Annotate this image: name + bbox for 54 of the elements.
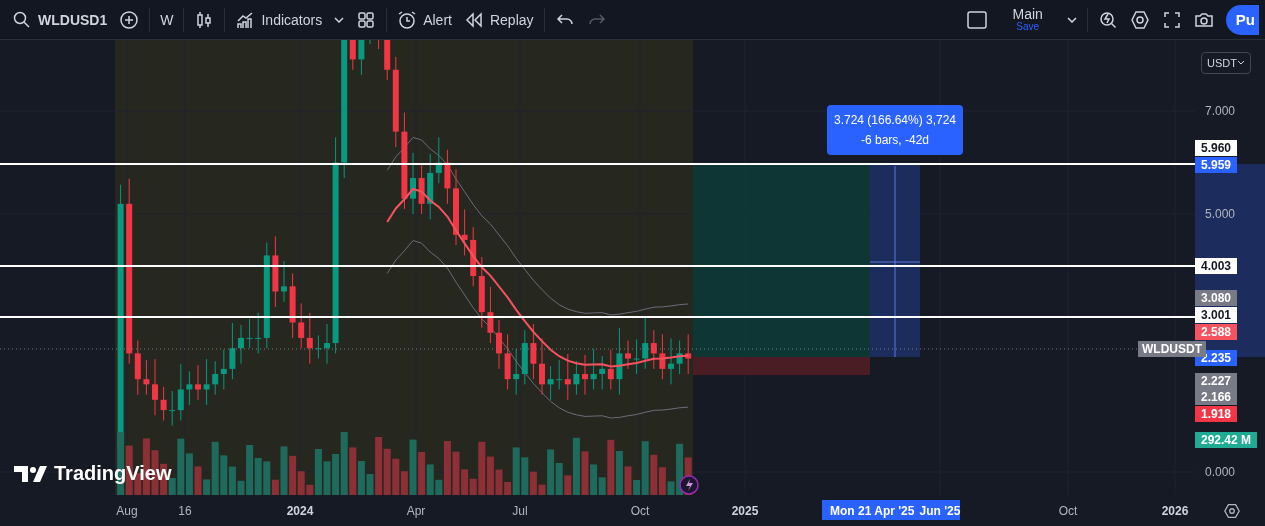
settings-icon <box>1129 9 1150 30</box>
crosshair-date-label: Mon 21 Apr '25 <box>830 504 915 518</box>
chevron-down-icon <box>1237 60 1245 66</box>
symbol-label: WLDUSDT <box>1138 341 1206 357</box>
chevron-down-icon <box>1066 16 1077 23</box>
plus-circle-icon <box>119 9 140 30</box>
measure-price-text: 3.724 (166.64%) 3,724 <box>833 113 957 127</box>
price-tag: 2.166 <box>1195 389 1238 405</box>
replay-button[interactable]: Replay <box>457 4 540 35</box>
logo-icon <box>14 463 48 484</box>
publish-button[interactable]: Pu <box>1225 4 1259 35</box>
time-axis-label: 16 <box>178 504 192 518</box>
time-axis-label: Jul <box>512 504 528 518</box>
indicators-button[interactable]: Indicators <box>229 4 329 35</box>
time-axis-label: 2024 <box>286 504 314 518</box>
price-axis-label: 0.000 <box>1205 465 1236 479</box>
alarm-clock-icon <box>397 9 418 30</box>
price-tag: 5.959 <box>1195 157 1238 173</box>
settings-icon[interactable] <box>1223 502 1241 520</box>
chevron-down-icon <box>334 16 345 23</box>
lightning-search-icon <box>1097 9 1118 30</box>
time-axis-label: Oct <box>1058 504 1078 518</box>
time-axis-label: Oct <box>630 504 650 518</box>
price-tag: 2.588 <box>1195 324 1238 340</box>
layout-name[interactable]: Main <box>1012 6 1043 22</box>
rewind-icon <box>463 9 484 30</box>
price-tag: 1.918 <box>1195 406 1238 422</box>
currency-dropdown[interactable]: USDT <box>1201 52 1251 74</box>
lightning-icon[interactable] <box>679 475 699 495</box>
price-tag: 3.080 <box>1195 290 1238 306</box>
fullscreen-icon <box>1161 9 1182 30</box>
time-axis-label: Jun '25 <box>919 504 961 518</box>
price-axis-label: 7.000 <box>1205 104 1236 118</box>
price-tag: 5.960 <box>1195 140 1238 156</box>
price-tag: 2.227 <box>1195 373 1238 389</box>
profit-zone[interactable] <box>693 164 870 357</box>
alert-button[interactable]: Alert <box>391 4 458 35</box>
date-range-measure[interactable] <box>869 164 921 358</box>
time-axis-label: 2025 <box>731 504 759 518</box>
logo-text: TradingView <box>54 462 172 485</box>
interval-button[interactable]: W <box>154 4 180 35</box>
time-axis-label: Apr <box>406 504 426 518</box>
price-tag: 292.42 M <box>1195 432 1258 448</box>
square-icon <box>966 8 989 31</box>
measure-time-text: -6 bars, -42d <box>860 133 929 147</box>
save-link[interactable]: Save <box>1016 21 1040 33</box>
price-tag: 4.003 <box>1195 258 1238 274</box>
time-axis-label: 2026 <box>1161 504 1189 518</box>
time-axis-label: Aug <box>116 504 138 518</box>
search-icon <box>12 9 32 30</box>
price-axis-label: 5.000 <box>1205 207 1236 221</box>
price-tag: 3.001 <box>1195 307 1238 323</box>
symbol-search-button[interactable]: WLDUSD1 <box>6 4 114 35</box>
grid-icon <box>356 9 377 30</box>
